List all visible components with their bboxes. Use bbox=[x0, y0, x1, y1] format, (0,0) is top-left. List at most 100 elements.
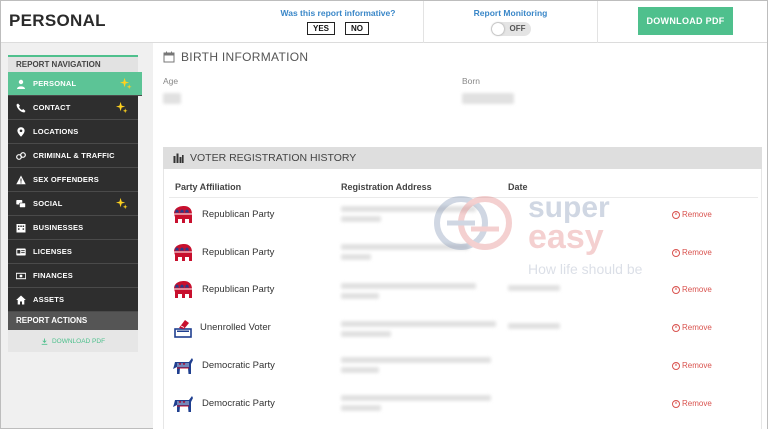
redacted-address bbox=[341, 395, 491, 401]
handcuffs-icon bbox=[16, 151, 26, 161]
sidebar-item-finances[interactable]: FINANCES bbox=[8, 264, 138, 288]
voter-registration-heading: VOTER REGISTRATION HISTORY bbox=[163, 147, 762, 169]
sidebar-item-label: CRIMINAL & TRAFFIC bbox=[33, 151, 115, 160]
sidebar-item-personal[interactable]: PERSONAL bbox=[8, 72, 142, 96]
table-row: Republican Party × Remove bbox=[164, 236, 763, 273]
redacted-address bbox=[341, 367, 379, 373]
sidebar-item-label: CONTACT bbox=[33, 103, 71, 112]
download-pdf-button[interactable]: DOWNLOAD PDF bbox=[638, 7, 733, 35]
sidebar-item-licenses[interactable]: LICENSES bbox=[8, 240, 138, 264]
sidebar-item-label: FINANCES bbox=[33, 271, 73, 280]
sidebar-download-pdf-button[interactable]: DOWNLOAD PDF bbox=[8, 330, 138, 352]
remove-icon: × bbox=[672, 399, 680, 408]
democratic-donkey-icon bbox=[173, 358, 193, 374]
party-affiliation: Republican Party bbox=[202, 209, 275, 220]
party-affiliation: Republican Party bbox=[202, 247, 275, 258]
toggle-state: OFF bbox=[509, 24, 526, 33]
redacted-age-value bbox=[163, 93, 181, 104]
column-header-party: Party Affiliation bbox=[175, 182, 242, 192]
redacted-address bbox=[341, 331, 391, 337]
remove-button[interactable]: × Remove bbox=[672, 399, 712, 408]
birth-information-title: BIRTH INFORMATION bbox=[181, 50, 309, 64]
column-header-date: Date bbox=[508, 182, 528, 192]
table-row: Unenrolled Voter × Remove bbox=[164, 311, 763, 348]
sidebar-item-assets[interactable]: ASSETS bbox=[8, 288, 138, 312]
ballot-box-icon bbox=[174, 320, 192, 338]
sidebar-item-label: ASSETS bbox=[33, 295, 65, 304]
sidebar-item-sex-offenders[interactable]: SEX OFFENDERS bbox=[8, 168, 138, 192]
redacted-address bbox=[341, 405, 381, 411]
location-pin-icon bbox=[16, 126, 26, 137]
redacted-birth-date-value bbox=[462, 93, 514, 104]
redacted-address bbox=[341, 283, 476, 289]
redacted-date bbox=[508, 323, 560, 329]
report-navigation-header: REPORT NAVIGATION bbox=[8, 55, 138, 72]
sidebar-item-contact[interactable]: CONTACT bbox=[8, 96, 138, 120]
democratic-donkey-icon bbox=[173, 396, 193, 412]
table-row: Democratic Party × Remove bbox=[164, 349, 763, 386]
toggle-knob bbox=[491, 23, 504, 35]
sidebar-item-businesses[interactable]: BUSINESSES bbox=[8, 216, 138, 240]
sparkle-icon bbox=[115, 197, 128, 210]
sparkle-icon bbox=[119, 77, 132, 90]
age-label: Age bbox=[163, 76, 179, 86]
redacted-address bbox=[341, 216, 381, 222]
warning-icon bbox=[16, 175, 26, 185]
redacted-address bbox=[341, 254, 371, 260]
table-row: Democratic Party × Remove bbox=[164, 387, 763, 424]
birth-information-heading: BIRTH INFORMATION bbox=[163, 50, 308, 64]
remove-button[interactable]: × Remove bbox=[672, 361, 712, 370]
remove-icon: × bbox=[672, 210, 680, 219]
voter-registration-title: VOTER REGISTRATION HISTORY bbox=[190, 152, 357, 164]
sidebar-download-label: DOWNLOAD PDF bbox=[51, 337, 106, 345]
calendar-icon bbox=[163, 51, 175, 63]
home-icon bbox=[16, 295, 26, 305]
chat-bubbles-icon bbox=[16, 199, 26, 209]
remove-icon: × bbox=[672, 248, 680, 257]
remove-label: Remove bbox=[682, 210, 712, 219]
redacted-address bbox=[341, 357, 491, 363]
redacted-date bbox=[508, 285, 560, 291]
sidebar-item-locations[interactable]: LOCATIONS bbox=[8, 120, 138, 144]
download-icon bbox=[41, 337, 48, 345]
remove-label: Remove bbox=[682, 285, 712, 294]
remove-button[interactable]: × Remove bbox=[672, 248, 712, 257]
monitoring-label: Report Monitoring bbox=[473, 8, 548, 18]
monitoring-toggle[interactable]: OFF bbox=[490, 22, 531, 36]
license-card-icon bbox=[16, 247, 26, 257]
redacted-address bbox=[341, 321, 496, 327]
feedback-question: Was this report informative? bbox=[280, 8, 396, 18]
sparkle-icon bbox=[115, 101, 128, 114]
table-row: Republican Party × Remove bbox=[164, 198, 763, 235]
republican-elephant-icon bbox=[174, 244, 192, 261]
redacted-address bbox=[341, 293, 379, 299]
yes-button[interactable]: YES bbox=[306, 22, 335, 35]
table-row: Republican Party × Remove bbox=[164, 273, 763, 310]
sidebar-item-label: SEX OFFENDERS bbox=[33, 175, 99, 184]
remove-button[interactable]: × Remove bbox=[672, 323, 712, 332]
money-icon bbox=[16, 271, 26, 281]
redacted-address bbox=[341, 206, 476, 212]
no-button[interactable]: NO bbox=[345, 22, 369, 35]
sidebar-item-label: LICENSES bbox=[33, 247, 73, 256]
feedback-widget: Was this report informative? YES NO bbox=[263, 8, 413, 35]
header-divider bbox=[597, 1, 598, 43]
column-header-address: Registration Address bbox=[341, 182, 432, 192]
header-divider bbox=[423, 1, 424, 43]
main-content: BIRTH INFORMATION Age Born VOTER REGISTR… bbox=[153, 43, 767, 429]
voter-registration-table: Party Affiliation Registration Address D… bbox=[163, 169, 762, 429]
report-header: PERSONAL Was this report informative? YE… bbox=[1, 1, 767, 43]
sidebar-item-social[interactable]: SOCIAL bbox=[8, 192, 138, 216]
remove-icon: × bbox=[672, 285, 680, 294]
bar-chart-icon bbox=[173, 153, 184, 163]
remove-button[interactable]: × Remove bbox=[672, 210, 712, 219]
republican-elephant-icon bbox=[174, 206, 192, 223]
person-icon bbox=[16, 79, 26, 89]
remove-label: Remove bbox=[682, 399, 712, 408]
sidebar-item-criminal-traffic[interactable]: CRIMINAL & TRAFFIC bbox=[8, 144, 138, 168]
phone-icon bbox=[16, 103, 26, 113]
report-sidebar: REPORT NAVIGATION PERSONAL CONTACT LOCAT… bbox=[8, 55, 142, 352]
remove-icon: × bbox=[672, 361, 680, 370]
sidebar-item-label: PERSONAL bbox=[33, 79, 77, 88]
remove-button[interactable]: × Remove bbox=[672, 285, 712, 294]
